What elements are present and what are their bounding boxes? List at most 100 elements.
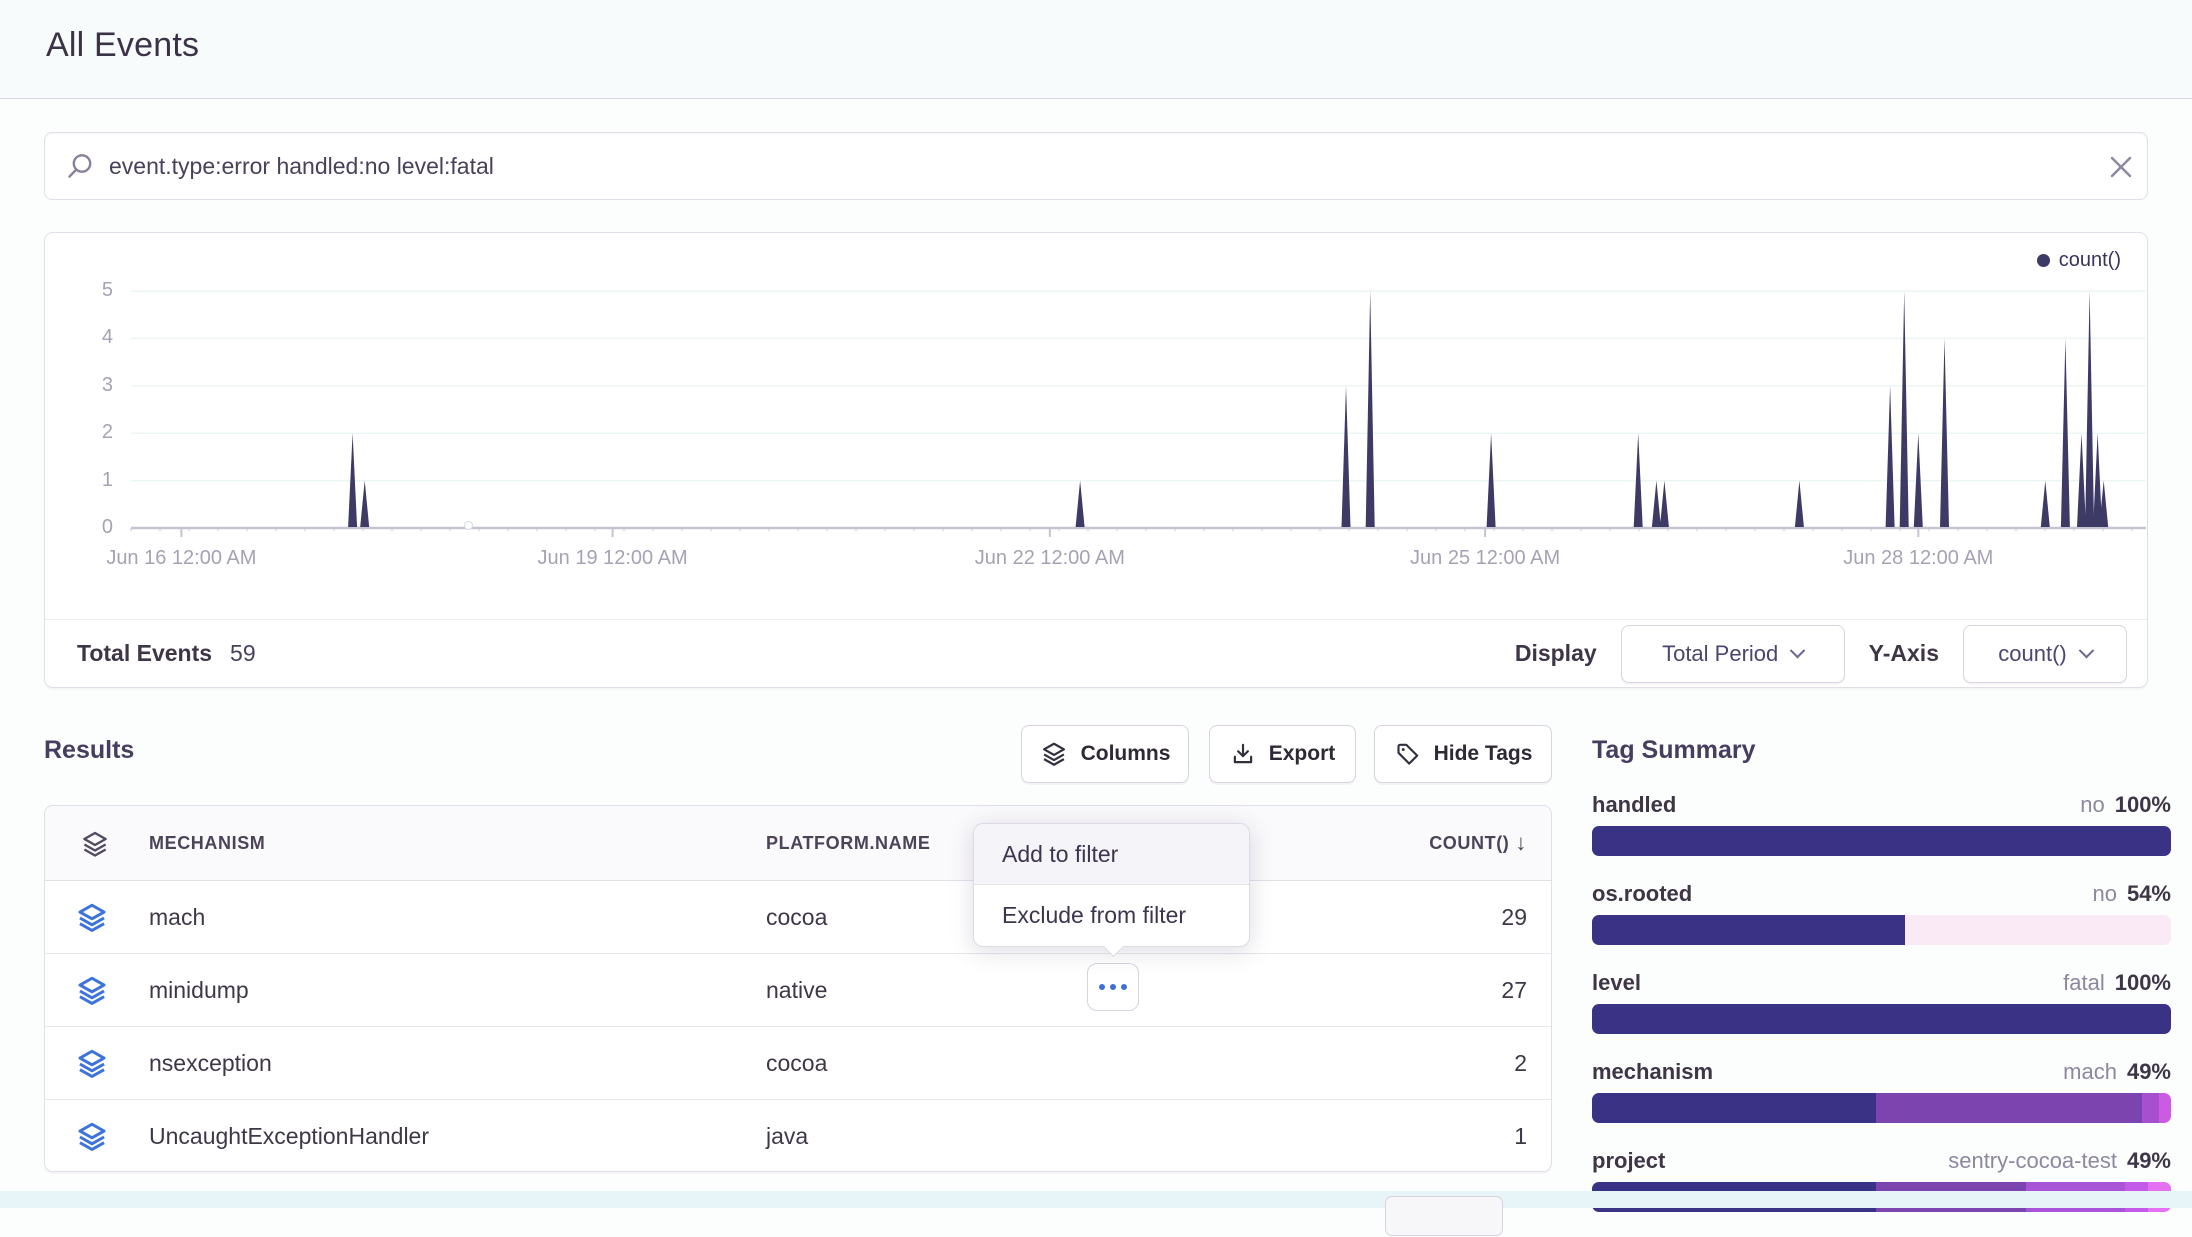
tag-bar-segment[interactable] [2159,1093,2171,1123]
table-columns-icon-button[interactable] [75,824,115,864]
event-stack-icon [75,901,109,935]
hide-tags-button-label: Hide Tags [1434,742,1533,766]
tag-top-value: fatal 100% [2063,970,2171,996]
tag-value: sentry-cocoa-test [1948,1148,2117,1174]
total-events-label: Total Events [77,640,212,667]
search-bar[interactable]: event.type:error handled:no level:fatal [44,132,2148,200]
cell-mechanism[interactable]: minidump [149,954,249,1027]
legend-label: count() [2059,249,2121,272]
cell-platform[interactable]: cocoa [766,881,827,954]
cell-mechanism[interactable]: UncaughtExceptionHandler [149,1100,429,1172]
tag-top-value: no 100% [2080,792,2171,818]
y-axis-tick-label: 3 [77,374,113,397]
search-clear-button[interactable] [2089,145,2133,189]
layers-icon [75,1047,109,1081]
tag-summary-item: mechanism mach 49% [1592,1059,2171,1123]
tag-bar-segment[interactable] [1592,1004,2171,1034]
table-row[interactable]: mach cocoa 29 [45,881,1551,954]
x-axis-tick-label: Jun 28 12:00 AM [1818,547,2018,570]
tag-head: project sentry-cocoa-test 49% [1592,1148,2171,1174]
cell-count: 29 [1501,881,1527,954]
cell-platform[interactable]: java [766,1100,808,1172]
tag-name: os.rooted [1592,881,1692,907]
tag-summary-item: handled no 100% [1592,792,2171,856]
cell-platform[interactable]: cocoa [766,1027,827,1100]
event-stack-icon [75,1120,109,1154]
tag-bar-segment[interactable] [2142,1093,2159,1123]
y-axis-tick-label: 5 [77,279,113,302]
chart-footer: Total Events 59 Display Total Period Y-A… [45,619,2147,687]
y-axis-tick-label: 1 [77,469,113,492]
tag-value: fatal [2063,970,2105,996]
ellipsis-dot [1110,984,1116,990]
pagination-button[interactable] [1385,1196,1503,1236]
chart-legend[interactable]: count() [2037,249,2121,272]
display-select[interactable]: Total Period [1621,625,1845,683]
tag-value: no [2092,881,2116,907]
search-icon [65,151,95,181]
chart-controls: Display Total Period Y-Axis count() [1515,625,2127,683]
export-button[interactable]: Export [1209,725,1356,783]
tag-summary-list: handled no 100% os.rooted no 54% level f… [1592,792,2171,1237]
display-label: Display [1515,640,1597,667]
menu-item-add-to-filter[interactable]: Add to filter [974,824,1249,885]
page-bottom-strip [0,1191,2192,1208]
table-row[interactable]: minidump native 27 [45,954,1551,1027]
tag-distribution-bar[interactable] [1592,826,2171,856]
y-axis-tick-label: 0 [77,516,113,539]
yaxis-select-value: count() [1998,641,2066,667]
column-header-mechanism[interactable]: MECHANISM [149,833,265,854]
total-events-value: 59 [230,640,256,667]
yaxis-select[interactable]: count() [1963,625,2127,683]
layers-icon [75,974,109,1008]
table-row[interactable]: nsexception cocoa 2 [45,1027,1551,1100]
tag-name: handled [1592,792,1676,818]
ellipsis-dot [1099,984,1105,990]
tag-distribution-bar[interactable] [1592,1093,2171,1123]
tag-value: no [2080,792,2104,818]
table-row[interactable]: UncaughtExceptionHandler java 1 [45,1100,1551,1172]
close-icon [2108,154,2134,180]
tag-summary-item: level fatal 100% [1592,970,2171,1034]
events-spike-chart[interactable] [45,233,2149,573]
cell-platform[interactable]: native [766,954,827,1027]
tag-bar-segment[interactable] [1592,1093,1876,1123]
hide-tags-button[interactable]: Hide Tags [1374,725,1552,783]
tag-top-value: mach 49% [2063,1059,2171,1085]
column-header-count[interactable]: COUNT() ↓ [1429,830,1527,856]
tag-head: os.rooted no 54% [1592,881,2171,907]
tag-bar-segment[interactable] [1592,826,2171,856]
cell-actions-button[interactable] [1087,963,1139,1011]
export-button-label: Export [1269,742,1336,766]
event-stack-icon [75,974,109,1008]
page-title: All Events [46,26,199,65]
tag-distribution-bar[interactable] [1592,915,2171,945]
tag-bar-segment[interactable] [1905,915,2171,945]
yaxis-label: Y-Axis [1869,640,1939,667]
tag-bar-segment[interactable] [1592,915,1905,945]
download-icon [1230,741,1256,767]
x-axis-tick-label: Jun 19 12:00 AM [513,547,713,570]
column-header-count-label: COUNT() [1429,833,1509,854]
cell-count: 27 [1501,954,1527,1027]
cell-count: 1 [1514,1100,1527,1172]
cell-mechanism[interactable]: nsexception [149,1027,272,1100]
chevron-down-icon [2078,643,2094,659]
column-header-platform[interactable]: PLATFORM.NAME [766,833,930,854]
tag-head: handled no 100% [1592,792,2171,818]
tag-bar-segment[interactable] [1876,1093,2142,1123]
cell-mechanism[interactable]: mach [149,881,205,954]
columns-button[interactable]: Columns [1021,725,1189,783]
tag-percent: 49% [2127,1148,2171,1174]
tag-distribution-bar[interactable] [1592,1004,2171,1034]
page-header: All Events [0,0,2192,99]
tag-percent: 54% [2127,881,2171,907]
table-header-row: MECHANISM PLATFORM.NAME COUNT() ↓ [45,806,1551,881]
search-input[interactable]: event.type:error handled:no level:fatal [109,153,494,180]
all-events-page: All Events event.type:error handled:no l… [0,0,2192,1208]
cell-actions-menu: Add to filter Exclude from filter [973,823,1250,947]
tag-value: mach [2063,1059,2117,1085]
event-stack-icon [75,1047,109,1081]
tag-percent: 100% [2115,970,2171,996]
tag-summary-item: os.rooted no 54% [1592,881,2171,945]
